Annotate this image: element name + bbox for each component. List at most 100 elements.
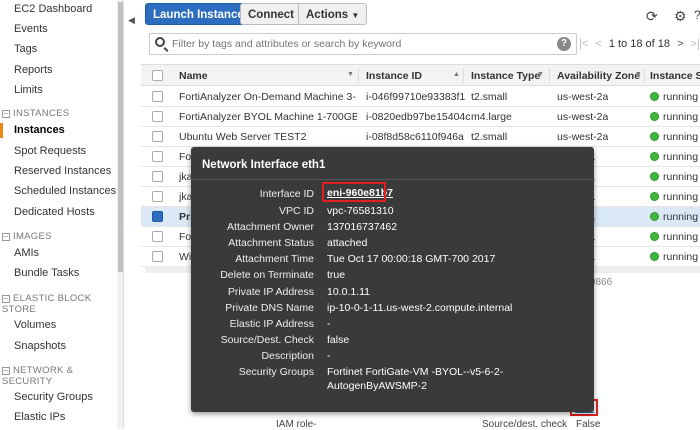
sort-asc-icon[interactable]: ▲ [453,71,460,78]
cell-az: us-west-2a [557,91,609,103]
sort-icon[interactable]: ▼ [635,71,642,78]
iam-role-value: - [313,419,317,430]
sidebar-section-ebs[interactable]: – ELASTIC BLOCK STORE [2,293,112,315]
sidebar-item-volumes[interactable]: Volumes [14,319,56,331]
sidebar-section-network[interactable]: – NETWORK & SECURITY [2,365,102,387]
sidebar-section-instances[interactable]: – INSTANCES [2,108,69,119]
sidebar-scrollbar[interactable] [117,0,123,429]
sidebar-item-elastic-ips[interactable]: Elastic IPs [14,411,65,423]
cell-name: Fo [179,231,192,243]
refresh-icon[interactable]: ⟳ [646,8,658,25]
select-all-checkbox[interactable] [152,70,163,81]
sidebar-item-tags[interactable]: Tags [14,43,37,55]
cell-instance-type: t2.small [471,91,508,103]
cell-instance-type: t2.small [471,131,508,143]
cell-instance-type: m4.large [471,111,512,123]
column-instance-state[interactable]: Instance St [650,70,700,82]
table-row[interactable]: FortiAnalyzer On-Demand Machine 3-1 i-04… [141,87,700,107]
sidebar: EC2 Dashboard Events Tags Reports Limits… [0,0,124,429]
status-dot-icon [650,132,659,141]
cell-instance-id: i-0820edb97be15404c [366,111,471,123]
collapse-icon: – [2,232,10,241]
search-input[interactable] [172,36,552,52]
security-groups-value-line2[interactable]: AutogenByAWSMP-2 [327,379,427,393]
sidebar-item-spot-requests[interactable]: Spot Requests [14,145,86,157]
column-divider [358,68,359,83]
private-ip-value: 10.0.1.11 [327,286,371,298]
prev-page-icon[interactable]: < [595,38,601,50]
popup-title: Network Interface eth1 [202,159,326,171]
field-label: Attachment Owner [227,221,314,233]
row-checkbox[interactable] [152,211,163,222]
sidebar-item-ec2-dashboard[interactable]: EC2 Dashboard [14,3,92,15]
column-divider [463,68,464,83]
state-text: running [663,131,699,143]
row-checkbox[interactable] [152,91,163,102]
row-checkbox[interactable] [152,111,163,122]
help-icon[interactable]: ? [694,8,700,22]
row-checkbox[interactable] [152,251,163,262]
row-checkbox[interactable] [152,171,163,182]
row-checkbox[interactable] [152,131,163,142]
vpc-id-value: vpc-76581310 [327,205,394,217]
sort-icon[interactable]: ▼ [347,71,354,78]
cell-name: FortiAnalyzer On-Demand Machine 3-1 [179,91,357,103]
gear-icon[interactable]: ⚙ [674,8,687,25]
sidebar-item-reports[interactable]: Reports [14,64,53,76]
collapse-sidebar-icon[interactable]: ◀ [128,15,135,26]
source-dest-check-value: false [327,334,350,346]
sidebar-item-events[interactable]: Events [14,23,48,35]
state-text: running [663,211,699,223]
cell-state: running [650,131,698,143]
sidebar-item-security-groups[interactable]: Security Groups [14,391,93,403]
row-checkbox[interactable] [152,151,163,162]
column-instance-id[interactable]: Instance ID [366,70,422,82]
cell-instance-id: i-08f8d58c6110f946a [366,131,464,143]
row-checkbox[interactable] [152,231,163,242]
sidebar-section-images[interactable]: – IMAGES [2,231,52,242]
status-dot-icon [650,192,659,201]
field-label: Description [261,350,314,362]
iam-role-label: IAM role [276,419,314,430]
sidebar-item-limits[interactable]: Limits [14,84,43,96]
column-name[interactable]: Name [179,70,208,82]
actions-button[interactable]: Actions ▼ [298,3,368,25]
row-checkbox[interactable] [152,191,163,202]
attachment-owner-value: 137016737462 [327,221,398,233]
first-page-icon[interactable]: |< [579,38,588,50]
sidebar-item-scheduled-instances[interactable]: Scheduled Instances [14,185,116,197]
security-groups-value[interactable]: Fortinet FortiGate-VM -BYOL--v5-6-2- [327,365,503,379]
sort-icon[interactable]: ▼ [537,71,544,78]
cell-state: running [650,231,698,243]
column-instance-type[interactable]: Instance Type [471,70,540,82]
sidebar-item-instances[interactable]: Instances [14,124,65,136]
sidebar-item-reserved-instances[interactable]: Reserved Instances [14,165,111,177]
status-dot-icon [650,252,659,261]
sidebar-item-bundle-tasks[interactable]: Bundle Tasks [14,267,79,279]
scrollbar-thumb[interactable] [118,2,123,272]
status-dot-icon [650,172,659,181]
collapse-icon: – [2,366,10,375]
actions-label: Actions [306,9,349,21]
next-page-icon[interactable]: > [677,38,683,50]
search-help-icon[interactable]: ? [557,37,571,51]
state-text: running [663,171,699,183]
sidebar-item-amis[interactable]: AMIs [14,247,39,259]
cell-state: running [650,171,698,183]
search-bar[interactable]: ? [149,33,577,55]
sidebar-item-snapshots[interactable]: Snapshots [14,340,66,352]
sidebar-item-dedicated-hosts[interactable]: Dedicated Hosts [14,206,95,218]
cell-state: running [650,191,698,203]
description-value: - [327,350,331,362]
status-dot-icon [650,92,659,101]
last-page-icon[interactable]: >| [691,38,700,50]
connect-button[interactable]: Connect [240,3,302,25]
column-availability-zone[interactable]: Availability Zone [557,70,640,82]
state-text: running [663,111,699,123]
cell-az: us-west-2a [557,131,609,143]
table-row[interactable]: Ubuntu Web Server TEST2 i-08f8d58c6110f9… [141,127,700,147]
status-dot-icon [650,232,659,241]
launch-instance-button[interactable]: Launch Instance [145,3,252,25]
chevron-down-icon: ▼ [351,11,360,20]
table-row[interactable]: FortiAnalyzer BYOL Machine 1-700GB-... i… [141,107,700,127]
